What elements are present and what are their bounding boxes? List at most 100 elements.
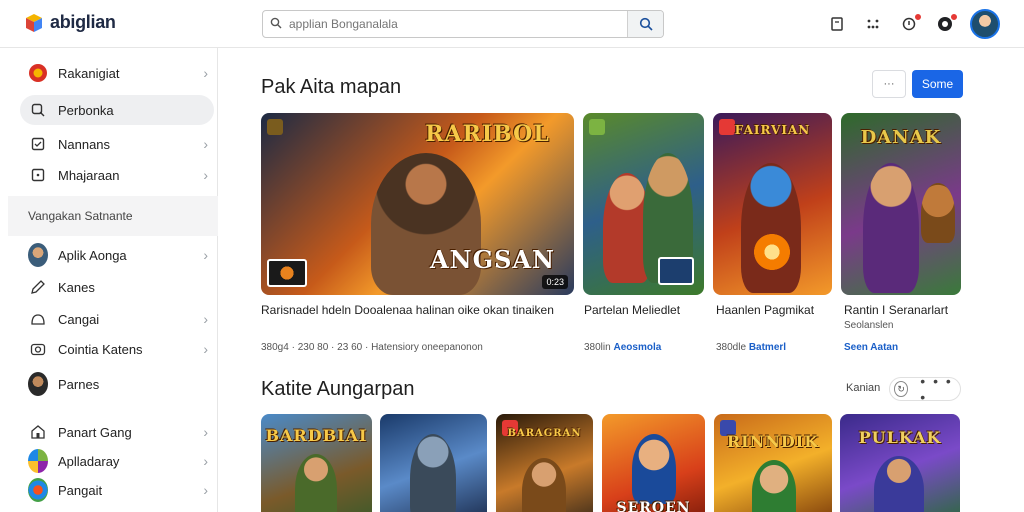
thumbnail-title: DANAK: [860, 127, 942, 148]
chevron-right-icon: ›: [203, 167, 208, 183]
camera-icon: [28, 339, 48, 359]
sidebar-item-perbonka[interactable]: Perbonka: [20, 95, 214, 125]
sidebar-section-title: Vangakan Satnante: [8, 196, 218, 236]
section-title: Pak Aita mapan: [261, 76, 402, 98]
sidebar-item-rakanigiat[interactable]: Rakanigiat ›: [20, 58, 214, 88]
video-title[interactable]: Partelan Meliedlet: [584, 302, 704, 318]
character-figure: [632, 434, 676, 504]
app-name: abiglian: [50, 12, 116, 32]
thumbnail-title: RINNDIK: [726, 432, 820, 451]
channel-link[interactable]: Aeosmola: [613, 342, 661, 353]
chevron-right-icon: ›: [203, 247, 208, 263]
user-avatar[interactable]: [970, 9, 1000, 39]
video-title[interactable]: Rantin I Seranarlart: [844, 302, 964, 318]
duration-badge: 0:23: [542, 275, 568, 289]
sidebar-item-label: Aplladaray: [58, 453, 120, 469]
search-bar: [262, 10, 664, 38]
refresh-icon: ↻: [894, 381, 909, 397]
channel-link[interactable]: Seen Aatan: [844, 342, 898, 353]
video-meta: Seen Aatan: [844, 342, 898, 353]
video-thumbnail[interactable]: RINNDIK: [714, 414, 832, 512]
video-thumbnail[interactable]: BARDBIAI: [261, 414, 372, 512]
sidebar-item-label: Cointia Katens: [58, 341, 143, 357]
sidebar-item-label: Panart Gang: [58, 424, 132, 440]
chevron-right-icon: ›: [203, 341, 208, 357]
thumbnail-title: PULKAK: [858, 428, 942, 447]
sidebar-item-label: Rakanigiat: [58, 65, 120, 81]
messages-badge: [950, 13, 958, 21]
video-thumbnail[interactable]: RARIBOL ANGSAN 0:23: [261, 113, 574, 295]
document-icon: [28, 165, 48, 185]
edit-icon: [28, 277, 48, 297]
logo-cube-icon: [24, 13, 44, 33]
video-meta: Seolanslen: [844, 320, 894, 331]
see-all-button[interactable]: Some: [912, 70, 963, 98]
video-thumbnail[interactable]: SEROEN: [602, 414, 705, 512]
apps-grid-icon[interactable]: [862, 13, 884, 35]
video-thumbnail[interactable]: BARAGRAN: [496, 414, 593, 512]
check-box-icon: [28, 134, 48, 154]
sidebar-item-parnes[interactable]: Parnes: [20, 369, 214, 399]
cloud-icon: [28, 309, 48, 329]
video-thumbnail[interactable]: FAIRVIAN: [713, 113, 832, 295]
thumbnail-title: RARIBOL: [425, 121, 550, 147]
sidebar-item-aplladaray[interactable]: Aplladaray ›: [20, 446, 214, 476]
video-thumbnail[interactable]: PULKAK: [840, 414, 960, 512]
video-meta: 380g4 · 230 80 · 23 60 · Hatensiory onee…: [261, 342, 483, 353]
sidebar-item-label: Kanes: [58, 279, 95, 295]
top-actions: [826, 9, 1000, 39]
sidebar-item-pangait[interactable]: Pangait ›: [20, 475, 214, 505]
search-icon: [263, 17, 289, 32]
home-icon: [28, 422, 48, 442]
sort-label: Kanian: [846, 382, 881, 394]
sidebar-item-cangai[interactable]: Cangai ›: [20, 304, 214, 334]
video-title[interactable]: Rarisnadel hdeln Dooalenaa halinan oike …: [261, 302, 561, 318]
messages-icon[interactable]: [934, 13, 958, 35]
search-input[interactable]: [289, 11, 627, 37]
sidebar-item-nannans[interactable]: Nannans ›: [20, 129, 214, 159]
sidebar-item-label: Cangai: [58, 311, 100, 327]
channel-avatar: [28, 449, 48, 473]
search-button[interactable]: [627, 11, 663, 37]
character-figure: [295, 454, 337, 512]
sidebar-item-label: Mhajaraan: [58, 167, 120, 183]
thumbnail-title: BARAGRAN: [507, 428, 582, 439]
sidebar-item-panart-gang[interactable]: Panart Gang ›: [20, 417, 214, 447]
upload-icon[interactable]: [826, 13, 848, 35]
chevron-right-icon: ›: [203, 453, 208, 469]
video-thumbnail[interactable]: DANAK: [841, 113, 961, 295]
search-icon: [28, 100, 48, 120]
sidebar-item-mhajaraan[interactable]: Mhajaraan ›: [20, 160, 214, 190]
character-figure: [752, 460, 796, 512]
character-figure: [522, 458, 566, 512]
chevron-right-icon: ›: [203, 482, 208, 498]
channel-link[interactable]: Batmerl: [749, 342, 786, 353]
fireball-effect: [751, 231, 793, 273]
sidebar-item-kanes[interactable]: Kanes: [20, 272, 214, 302]
sidebar-item-label: Pangait: [58, 482, 103, 498]
search-icon: [639, 17, 653, 31]
video-thumbnail[interactable]: [583, 113, 704, 295]
sort-toggle[interactable]: ↻ • • • •: [889, 373, 961, 405]
sidebar-item-aplik-aonga[interactable]: Aplik Aonga ›: [20, 240, 214, 270]
character-figure: [921, 183, 955, 243]
character-figure: [741, 163, 801, 293]
chevron-right-icon: ›: [203, 311, 208, 327]
top-bar: abiglian: [0, 0, 1024, 48]
video-title[interactable]: Haanlen Pagmikat: [716, 302, 836, 318]
notification-badge: [914, 13, 922, 21]
chevron-right-icon: ›: [203, 136, 208, 152]
sidebar-item-cointia-katens[interactable]: Cointia Katens ›: [20, 334, 214, 364]
sidebar-item-label: Parnes: [58, 376, 100, 392]
inset-thumbnail: [658, 257, 694, 285]
app-logo[interactable]: abiglian: [24, 12, 116, 33]
notifications-icon[interactable]: [898, 13, 922, 35]
video-thumbnail[interactable]: [380, 414, 487, 512]
video-meta: 380lin Aeosmola: [584, 342, 662, 353]
more-dots-icon: • • • •: [920, 373, 953, 405]
video-meta: 380dle Batmerl: [716, 342, 787, 353]
sidebar-item-label: Aplik Aonga: [58, 247, 127, 263]
brand-circle-icon: [28, 63, 48, 83]
more-button[interactable]: ···: [872, 70, 906, 98]
sidebar-item-label: Perbonka: [58, 102, 114, 118]
